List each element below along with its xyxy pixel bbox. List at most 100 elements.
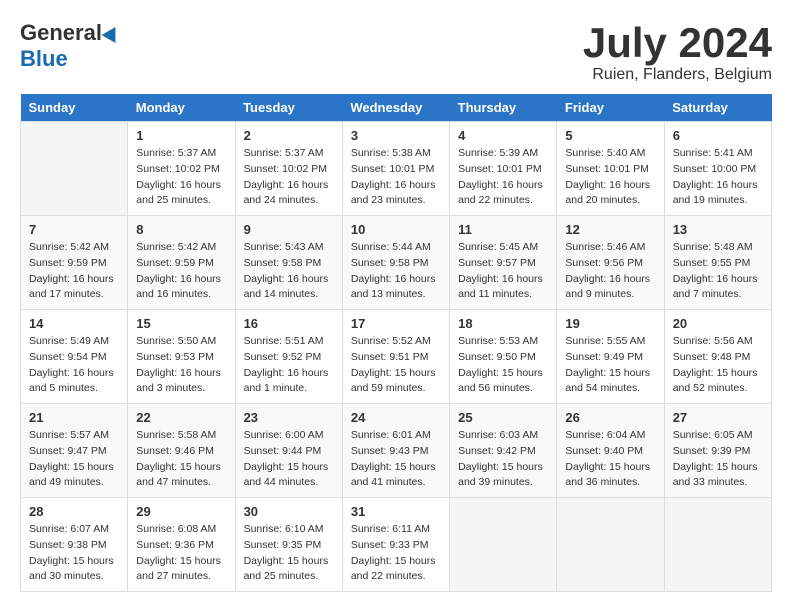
day-number: 20 bbox=[673, 316, 763, 331]
week-row-0: 1 Sunrise: 5:37 AMSunset: 10:02 PMDayligh… bbox=[21, 122, 772, 216]
day-info: Sunrise: 6:05 AMSunset: 9:39 PMDaylight:… bbox=[673, 428, 763, 491]
day-info: Sunrise: 5:45 AMSunset: 9:57 PMDaylight:… bbox=[458, 240, 548, 303]
day-info: Sunrise: 5:56 AMSunset: 9:48 PMDaylight:… bbox=[673, 334, 763, 397]
day-number: 15 bbox=[136, 316, 226, 331]
day-info: Sunrise: 5:57 AMSunset: 9:47 PMDaylight:… bbox=[29, 428, 119, 491]
calendar-cell: 17 Sunrise: 5:52 AMSunset: 9:51 PMDayligh… bbox=[342, 310, 449, 404]
day-info: Sunrise: 5:41 AMSunset: 10:00 PMDaylight… bbox=[673, 146, 763, 209]
day-info: Sunrise: 6:04 AMSunset: 9:40 PMDaylight:… bbox=[565, 428, 655, 491]
logo-icon bbox=[102, 23, 123, 43]
day-info: Sunrise: 5:51 AMSunset: 9:52 PMDaylight:… bbox=[244, 334, 334, 397]
day-number: 17 bbox=[351, 316, 441, 331]
logo: General Blue bbox=[20, 20, 120, 72]
day-info: Sunrise: 5:53 AMSunset: 9:50 PMDaylight:… bbox=[458, 334, 548, 397]
day-info: Sunrise: 5:50 AMSunset: 9:53 PMDaylight:… bbox=[136, 334, 226, 397]
day-number: 28 bbox=[29, 504, 119, 519]
day-number: 9 bbox=[244, 222, 334, 237]
header-sunday: Sunday bbox=[21, 94, 128, 122]
day-info: Sunrise: 6:07 AMSunset: 9:38 PMDaylight:… bbox=[29, 522, 119, 585]
day-info: Sunrise: 5:42 AMSunset: 9:59 PMDaylight:… bbox=[136, 240, 226, 303]
logo-general-text: General bbox=[20, 20, 102, 46]
day-number: 10 bbox=[351, 222, 441, 237]
day-number: 14 bbox=[29, 316, 119, 331]
calendar-cell bbox=[557, 498, 664, 592]
week-row-3: 21 Sunrise: 5:57 AMSunset: 9:47 PMDayligh… bbox=[21, 404, 772, 498]
calendar-cell: 6 Sunrise: 5:41 AMSunset: 10:00 PMDayligh… bbox=[664, 122, 771, 216]
day-number: 6 bbox=[673, 128, 763, 143]
header-saturday: Saturday bbox=[664, 94, 771, 122]
calendar-cell: 9 Sunrise: 5:43 AMSunset: 9:58 PMDaylight… bbox=[235, 216, 342, 310]
calendar-cell: 3Sunrise: 5:38 AMSunset: 10:01 PMDayligh… bbox=[342, 122, 449, 216]
day-info: Sunrise: 6:10 AMSunset: 9:35 PMDaylight:… bbox=[244, 522, 334, 585]
calendar-cell: 18 Sunrise: 5:53 AMSunset: 9:50 PMDayligh… bbox=[450, 310, 557, 404]
day-number: 11 bbox=[458, 222, 548, 237]
day-info: Sunrise: 6:11 AMSunset: 9:33 PMDaylight:… bbox=[351, 522, 441, 585]
calendar-cell: 8Sunrise: 5:42 AMSunset: 9:59 PMDaylight… bbox=[128, 216, 235, 310]
calendar-cell: 1Sunrise: 5:37 AMSunset: 10:02 PMDayligh… bbox=[128, 122, 235, 216]
page-header: General Blue July 2024 Ruien, Flanders, … bbox=[20, 20, 772, 84]
day-info: Sunrise: 6:00 AMSunset: 9:44 PMDaylight:… bbox=[244, 428, 334, 491]
header-thursday: Thursday bbox=[450, 94, 557, 122]
day-info: Sunrise: 6:03 AMSunset: 9:42 PMDaylight:… bbox=[458, 428, 548, 491]
header-monday: Monday bbox=[128, 94, 235, 122]
calendar-cell: 10Sunrise: 5:44 AMSunset: 9:58 PMDayligh… bbox=[342, 216, 449, 310]
calendar-cell bbox=[21, 122, 128, 216]
day-info: Sunrise: 5:58 AMSunset: 9:46 PMDaylight:… bbox=[136, 428, 226, 491]
calendar-cell: 13 Sunrise: 5:48 AMSunset: 9:55 PMDayligh… bbox=[664, 216, 771, 310]
day-number: 18 bbox=[458, 316, 548, 331]
calendar-cell: 24Sunrise: 6:01 AMSunset: 9:43 PMDayligh… bbox=[342, 404, 449, 498]
day-number: 22 bbox=[136, 410, 226, 425]
day-info: Sunrise: 5:42 AMSunset: 9:59 PMDaylight:… bbox=[29, 240, 119, 303]
calendar-cell: 5 Sunrise: 5:40 AMSunset: 10:01 PMDayligh… bbox=[557, 122, 664, 216]
calendar-header-row: SundayMondayTuesdayWednesdayThursdayFrid… bbox=[21, 94, 772, 122]
day-number: 3 bbox=[351, 128, 441, 143]
day-info: Sunrise: 5:46 AMSunset: 9:56 PMDaylight:… bbox=[565, 240, 655, 303]
calendar-cell: 20 Sunrise: 5:56 AMSunset: 9:48 PMDayligh… bbox=[664, 310, 771, 404]
day-number: 30 bbox=[244, 504, 334, 519]
calendar-cell: 14Sunrise: 5:49 AMSunset: 9:54 PMDayligh… bbox=[21, 310, 128, 404]
day-number: 1 bbox=[136, 128, 226, 143]
calendar-cell: 19 Sunrise: 5:55 AMSunset: 9:49 PMDayligh… bbox=[557, 310, 664, 404]
day-info: Sunrise: 5:52 AMSunset: 9:51 PMDaylight:… bbox=[351, 334, 441, 397]
calendar-cell: 29 Sunrise: 6:08 AMSunset: 9:36 PMDayligh… bbox=[128, 498, 235, 592]
calendar-cell: 2Sunrise: 5:37 AMSunset: 10:02 PMDayligh… bbox=[235, 122, 342, 216]
day-info: Sunrise: 5:40 AMSunset: 10:01 PMDaylight… bbox=[565, 146, 655, 209]
day-number: 13 bbox=[673, 222, 763, 237]
calendar-cell: 16 Sunrise: 5:51 AMSunset: 9:52 PMDayligh… bbox=[235, 310, 342, 404]
logo-blue-text: Blue bbox=[20, 46, 68, 72]
day-number: 23 bbox=[244, 410, 334, 425]
calendar-cell: 23 Sunrise: 6:00 AMSunset: 9:44 PMDayligh… bbox=[235, 404, 342, 498]
calendar-cell: 28 Sunrise: 6:07 AMSunset: 9:38 PMDayligh… bbox=[21, 498, 128, 592]
header-friday: Friday bbox=[557, 94, 664, 122]
day-info: Sunrise: 6:08 AMSunset: 9:36 PMDaylight:… bbox=[136, 522, 226, 585]
day-info: Sunrise: 5:55 AMSunset: 9:49 PMDaylight:… bbox=[565, 334, 655, 397]
day-number: 19 bbox=[565, 316, 655, 331]
header-tuesday: Tuesday bbox=[235, 94, 342, 122]
day-number: 4 bbox=[458, 128, 548, 143]
day-info: Sunrise: 5:43 AMSunset: 9:58 PMDaylight:… bbox=[244, 240, 334, 303]
day-number: 16 bbox=[244, 316, 334, 331]
day-number: 5 bbox=[565, 128, 655, 143]
week-row-4: 28 Sunrise: 6:07 AMSunset: 9:38 PMDayligh… bbox=[21, 498, 772, 592]
day-number: 21 bbox=[29, 410, 119, 425]
calendar-cell bbox=[664, 498, 771, 592]
day-info: Sunrise: 5:39 AMSunset: 10:01 PMDaylight… bbox=[458, 146, 548, 209]
day-info: Sunrise: 5:48 AMSunset: 9:55 PMDaylight:… bbox=[673, 240, 763, 303]
location: Ruien, Flanders, Belgium bbox=[583, 66, 772, 84]
month-title: July 2024 bbox=[583, 20, 772, 66]
day-info: Sunrise: 5:37 AMSunset: 10:02 PMDaylight… bbox=[244, 146, 334, 209]
calendar-cell: 15 Sunrise: 5:50 AMSunset: 9:53 PMDayligh… bbox=[128, 310, 235, 404]
day-number: 25 bbox=[458, 410, 548, 425]
day-number: 31 bbox=[351, 504, 441, 519]
calendar-cell: 12 Sunrise: 5:46 AMSunset: 9:56 PMDayligh… bbox=[557, 216, 664, 310]
calendar-cell: 27Sunrise: 6:05 AMSunset: 9:39 PMDayligh… bbox=[664, 404, 771, 498]
day-number: 12 bbox=[565, 222, 655, 237]
calendar-cell: 11 Sunrise: 5:45 AMSunset: 9:57 PMDayligh… bbox=[450, 216, 557, 310]
week-row-1: 7 Sunrise: 5:42 AMSunset: 9:59 PMDaylight… bbox=[21, 216, 772, 310]
calendar-cell: 22 Sunrise: 5:58 AMSunset: 9:46 PMDayligh… bbox=[128, 404, 235, 498]
calendar-cell: 7 Sunrise: 5:42 AMSunset: 9:59 PMDaylight… bbox=[21, 216, 128, 310]
day-number: 29 bbox=[136, 504, 226, 519]
day-info: Sunrise: 6:01 AMSunset: 9:43 PMDaylight:… bbox=[351, 428, 441, 491]
day-number: 7 bbox=[29, 222, 119, 237]
day-number: 26 bbox=[565, 410, 655, 425]
